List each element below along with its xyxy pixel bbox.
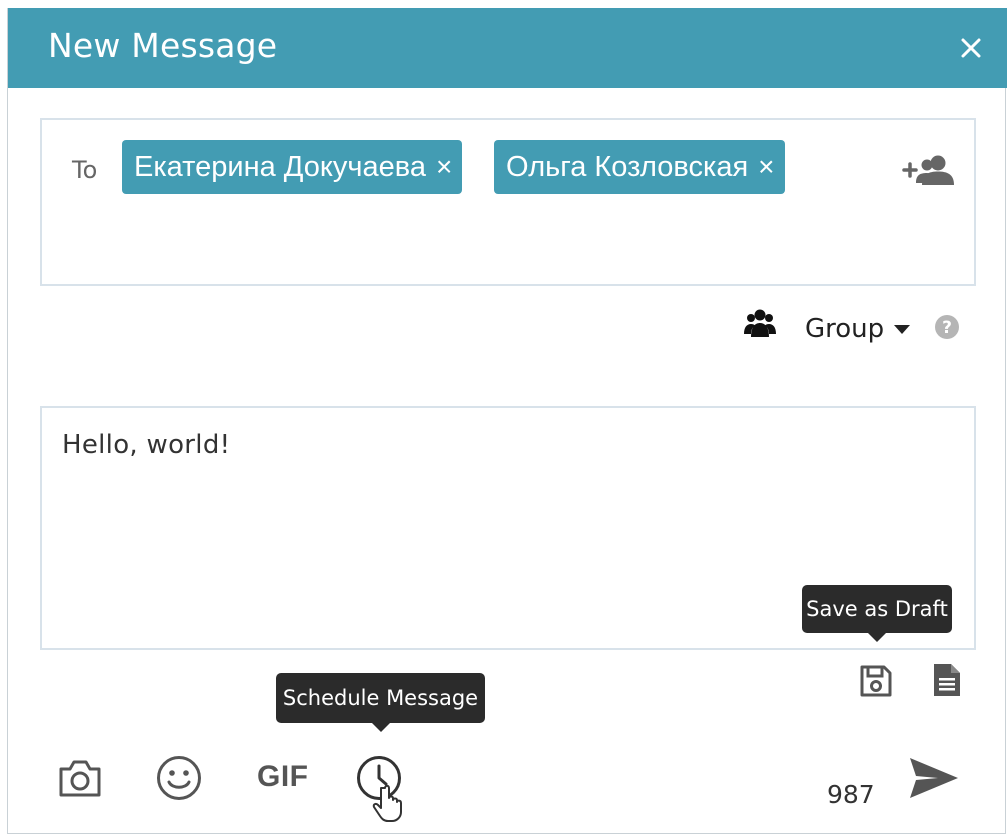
clock-icon[interactable] xyxy=(356,754,404,822)
document-icon[interactable] xyxy=(932,662,962,698)
tooltip-arrow xyxy=(370,722,391,732)
new-message-dialog: New Message To Екатерина Докучаева × Оль… xyxy=(7,8,1007,834)
floppy-disk-icon[interactable] xyxy=(859,664,893,698)
schedule-tooltip: Schedule Message xyxy=(276,673,485,732)
smiley-icon[interactable] xyxy=(156,755,202,801)
close-icon[interactable] xyxy=(957,34,985,62)
schedule-tooltip-text: Schedule Message xyxy=(282,686,479,710)
recipient-name: Ольга Козловская xyxy=(506,150,749,183)
message-text: Hello, world! xyxy=(62,430,231,460)
group-dropdown[interactable]: Group xyxy=(805,311,911,347)
caret-down-icon xyxy=(894,324,911,334)
remove-recipient-icon[interactable]: × xyxy=(436,153,452,181)
recipient-chip[interactable]: Екатерина Докучаева × xyxy=(122,140,463,194)
recipient-chip[interactable]: Ольга Козловская × xyxy=(494,140,785,194)
tooltip-arrow xyxy=(867,632,887,642)
camera-icon[interactable] xyxy=(58,758,102,798)
character-count: 987 xyxy=(827,780,875,809)
save-draft-tooltip: Save as Draft xyxy=(802,585,952,642)
question-circle-icon[interactable]: ? xyxy=(934,314,960,340)
group-dropdown-value: Group xyxy=(805,314,885,344)
group-icon xyxy=(744,309,776,337)
recipients-field[interactable]: To Екатерина Докучаева × Ольга Козловска… xyxy=(40,118,976,286)
add-person-icon[interactable] xyxy=(902,154,954,186)
remove-recipient-icon[interactable]: × xyxy=(758,153,774,181)
svg-text:?: ? xyxy=(942,318,952,338)
save-draft-tooltip-text: Save as Draft xyxy=(806,597,948,621)
send-icon[interactable] xyxy=(908,756,960,800)
dialog-header: New Message xyxy=(8,8,1007,88)
dialog-title: New Message xyxy=(48,26,278,65)
recipient-name: Екатерина Докучаева xyxy=(134,150,426,183)
to-label: To xyxy=(72,156,98,184)
gif-icon[interactable]: GIF xyxy=(257,760,309,794)
